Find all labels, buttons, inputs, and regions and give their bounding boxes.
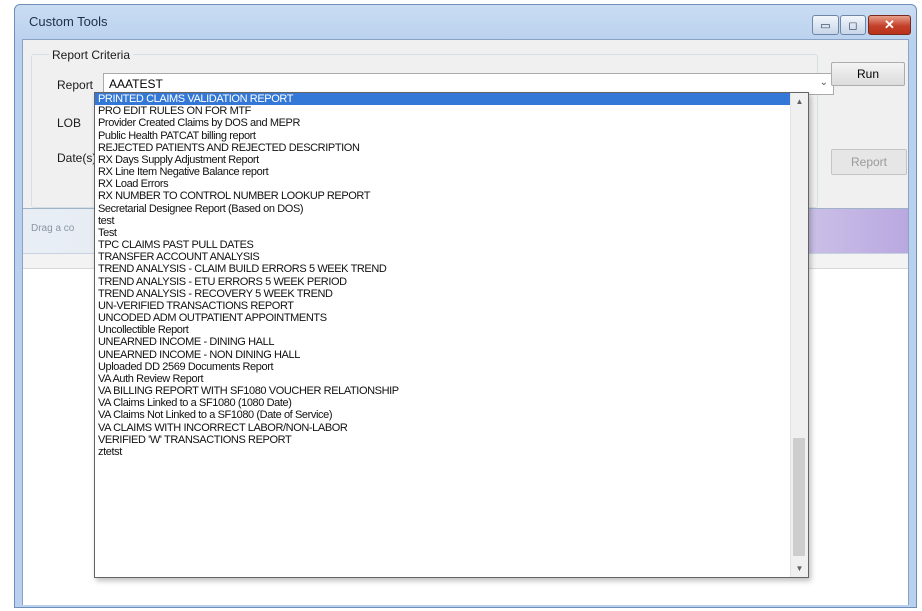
dropdown-scrollbar[interactable]: ▲ ▼ [790,93,808,577]
minimize-icon: ▭ [820,19,831,32]
report-option[interactable]: VA Auth Review Report [95,373,790,385]
report-option[interactable]: UN-VERIFIED TRANSACTIONS REPORT [95,300,790,312]
report-option[interactable]: TREND ANALYSIS - RECOVERY 5 WEEK TREND [95,288,790,300]
report-option[interactable]: TREND ANALYSIS - ETU ERRORS 5 WEEK PERIO… [95,276,790,288]
report-option[interactable]: PRINTED CLAIMS VALIDATION REPORT [95,93,790,106]
report-criteria-title: Report Criteria [49,48,134,62]
report-label: Report [57,78,94,92]
report-option[interactable]: Uncollectible Report [95,324,790,336]
chevron-down-icon[interactable]: ⌄ [820,77,828,88]
report-option[interactable]: Secretarial Designee Report (Based on DO… [95,203,790,215]
report-dropdown-list[interactable]: PRINTED CLAIMS VALIDATION REPORT PRO EDIT… [94,92,809,578]
dates-label: Date(s) [57,151,97,165]
report-option[interactable]: VA CLAIMS WITH INCORRECT LABOR/NON-LABOR [95,422,790,434]
close-icon: ✕ [884,17,895,32]
report-option[interactable]: RX Days Supply Adjustment Report [95,154,790,166]
report-option[interactable]: REJECTED PATIENTS AND REJECTED DESCRIPTI… [95,142,790,154]
report-option[interactable]: TREND ANALYSIS - CLAIM BUILD ERRORS 5 WE… [95,263,790,275]
report-option[interactable]: TRANSFER ACCOUNT ANALYSIS [95,251,790,263]
scroll-down-icon[interactable]: ▼ [791,560,808,577]
scroll-up-icon[interactable]: ▲ [791,93,808,110]
scrollbar-thumb[interactable] [793,438,805,556]
report-option[interactable]: Public Health PATCAT billing report [95,130,790,142]
title-bar[interactable]: Custom Tools ▭ ◻ ✕ [15,5,916,39]
report-option[interactable]: RX Line Item Negative Balance report [95,166,790,178]
report-option[interactable]: UNEARNED INCOME - NON DINING HALL [95,349,790,361]
report-option[interactable]: Test [95,227,790,239]
report-option[interactable]: VERIFIED 'W' TRANSACTIONS REPORT [95,434,790,446]
minimize-button[interactable]: ▭ [812,15,839,35]
maximize-icon: ◻ [848,19,858,32]
maximize-button[interactable]: ◻ [840,15,866,35]
report-option[interactable]: UNCODED ADM OUTPATIENT APPOINTMENTS [95,312,790,324]
report-option[interactable]: test [95,215,790,227]
window-title: Custom Tools [29,14,108,29]
report-option[interactable]: RX Load Errors [95,178,790,190]
drag-column-hint: Drag a co [31,223,75,234]
report-option[interactable]: ztetst [95,446,790,458]
lob-label: LOB [57,116,82,130]
report-option[interactable]: Provider Created Claims by DOS and MEPR [95,117,790,129]
close-button[interactable]: ✕ [868,15,911,35]
report-option[interactable]: VA Claims Linked to a SF1080 (1080 Date) [95,397,790,409]
report-option[interactable]: PRO EDIT RULES ON FOR MTF [95,105,790,117]
report-option[interactable]: RX NUMBER TO CONTROL NUMBER LOOKUP REPOR… [95,190,790,202]
report-button: Report [831,149,907,175]
report-option[interactable]: Uploaded DD 2569 Documents Report [95,361,790,373]
report-option[interactable]: VA BILLING REPORT WITH SF1080 VOUCHER RE… [95,385,790,397]
report-option[interactable]: TPC CLAIMS PAST PULL DATES [95,239,790,251]
report-dropdown-items: PRINTED CLAIMS VALIDATION REPORT PRO EDIT… [95,93,790,458]
run-button[interactable]: Run [831,62,905,86]
report-combobox-value: AAATEST [109,77,163,91]
report-option[interactable]: UNEARNED INCOME - DINING HALL [95,336,790,348]
report-option[interactable]: VA Claims Not Linked to a SF1080 (Date o… [95,409,790,421]
